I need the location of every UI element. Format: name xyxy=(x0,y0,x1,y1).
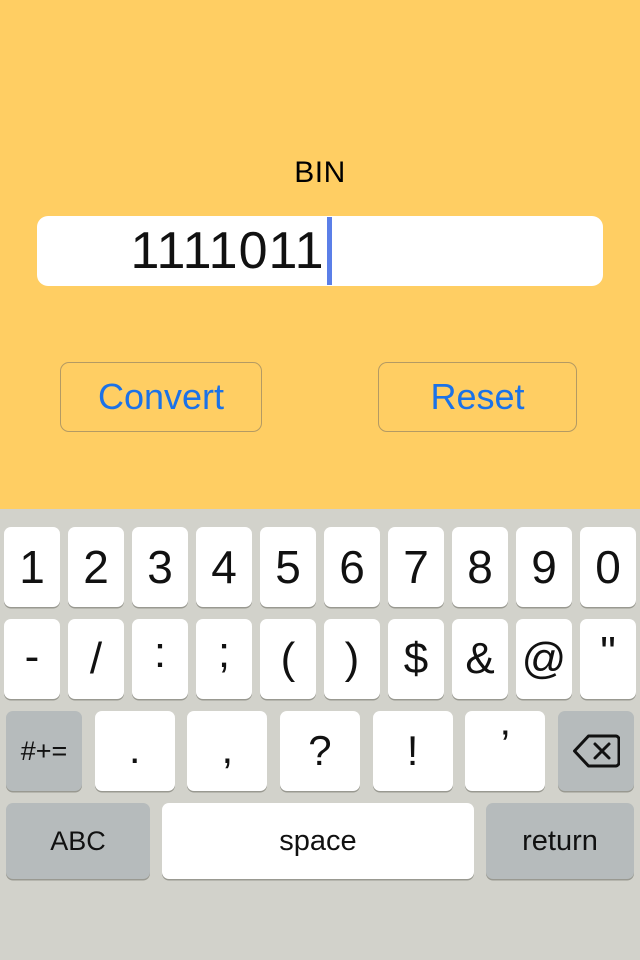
key-paren-close[interactable]: ) xyxy=(324,619,380,699)
key-exclamation[interactable]: ! xyxy=(372,711,453,791)
key-space[interactable]: space xyxy=(162,803,474,879)
key-period[interactable]: . xyxy=(94,711,175,791)
key-label: ( xyxy=(280,634,296,683)
key-colon[interactable]: : xyxy=(132,619,188,699)
key-label: . xyxy=(128,725,141,772)
key-3[interactable]: 3 xyxy=(132,527,188,607)
key-label: 2 xyxy=(83,541,109,593)
bin-input-field[interactable]: 1111011 xyxy=(37,216,603,286)
key-hyphen[interactable]: - xyxy=(4,619,60,699)
convert-button-label: Convert xyxy=(97,376,225,417)
bin-input-value: 1111011 xyxy=(130,222,325,280)
key-label: $ xyxy=(403,634,429,683)
key-6[interactable]: 6 xyxy=(324,527,380,607)
key-label: & xyxy=(465,634,495,683)
key-label: - xyxy=(24,632,40,681)
key-question[interactable]: ? xyxy=(279,711,360,791)
key-dollar[interactable]: $ xyxy=(388,619,444,699)
keyboard-row-numbers: 1 2 3 4 5 6 7 8 9 0 xyxy=(0,527,640,607)
key-label: 9 xyxy=(531,541,557,593)
key-label: ; xyxy=(217,628,231,677)
key-9[interactable]: 9 xyxy=(516,527,572,607)
key-4[interactable]: 4 xyxy=(196,527,252,607)
key-symbols-shift[interactable]: #+= xyxy=(6,711,82,791)
key-paren-open[interactable]: ( xyxy=(260,619,316,699)
key-at[interactable]: @ xyxy=(516,619,572,699)
reset-button-label: Reset xyxy=(430,376,525,417)
backspace-delete-icon[interactable] xyxy=(557,711,634,791)
onscreen-keyboard: 1 2 3 4 5 6 7 8 9 0 - / : ; ( ) $ & @ " … xyxy=(0,509,640,960)
key-label: ) xyxy=(344,634,360,683)
key-semicolon[interactable]: ; xyxy=(196,619,252,699)
key-return[interactable]: return xyxy=(486,803,634,879)
key-slash[interactable]: / xyxy=(68,619,124,699)
key-label: 1 xyxy=(19,541,45,593)
key-label: #+= xyxy=(20,735,68,766)
reset-button[interactable]: Reset xyxy=(378,362,577,432)
keyboard-row-symbols: - / : ; ( ) $ & @ " xyxy=(0,619,640,699)
key-label: : xyxy=(153,628,167,677)
key-comma[interactable]: , xyxy=(187,711,268,791)
key-label: ! xyxy=(406,727,419,774)
key-label: space xyxy=(279,824,357,857)
key-quote-double[interactable]: " xyxy=(580,619,636,699)
key-label: ’ xyxy=(500,721,510,768)
key-8[interactable]: 8 xyxy=(452,527,508,607)
keyboard-row-bottom: ABC space return xyxy=(0,803,640,879)
page-title: BIN xyxy=(294,156,346,189)
key-label: ? xyxy=(308,727,332,774)
keyboard-row-punctuation: #+= . , ? ! ’ xyxy=(0,711,640,791)
key-label: , xyxy=(221,725,234,772)
key-label: 8 xyxy=(467,541,493,593)
key-label: 3 xyxy=(147,541,173,593)
convert-button[interactable]: Convert xyxy=(60,362,262,432)
key-label: @ xyxy=(521,634,567,683)
key-label: 7 xyxy=(403,541,429,593)
key-5[interactable]: 5 xyxy=(260,527,316,607)
key-label: return xyxy=(522,824,598,857)
key-7[interactable]: 7 xyxy=(388,527,444,607)
key-label: 0 xyxy=(595,541,621,593)
text-caret xyxy=(326,217,332,285)
key-ampersand[interactable]: & xyxy=(452,619,508,699)
key-label: / xyxy=(89,634,103,683)
key-label: 5 xyxy=(275,541,301,593)
key-label: " xyxy=(600,628,616,677)
key-abc-switch[interactable]: ABC xyxy=(6,803,150,879)
app-content-area: BIN 1111011 Convert Reset xyxy=(0,0,640,509)
key-0[interactable]: 0 xyxy=(580,527,636,607)
key-2[interactable]: 2 xyxy=(68,527,124,607)
key-label: ABC xyxy=(50,825,106,856)
key-label: 4 xyxy=(211,541,237,593)
bin-input-inner: 1111011 xyxy=(130,217,332,285)
key-label: 6 xyxy=(339,541,365,593)
key-1[interactable]: 1 xyxy=(4,527,60,607)
key-apostrophe[interactable]: ’ xyxy=(465,711,546,791)
